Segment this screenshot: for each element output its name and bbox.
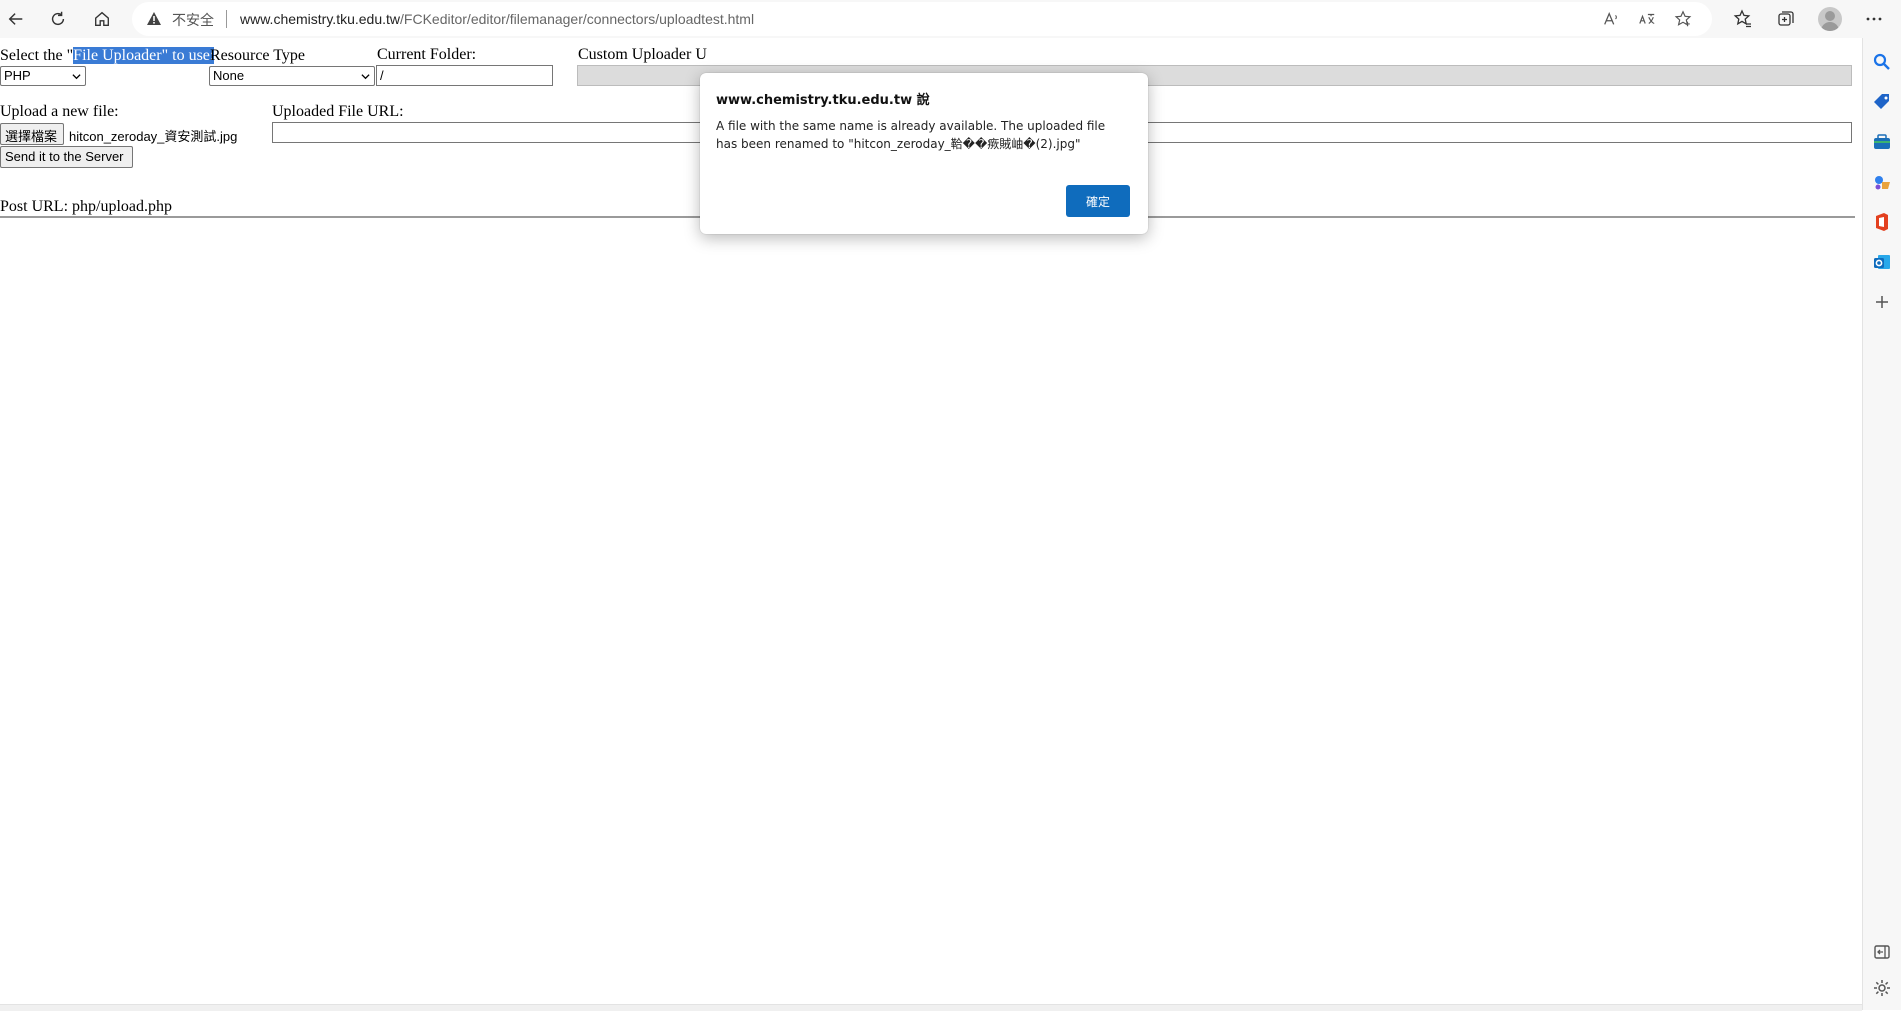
resource-type-value: None [213, 68, 245, 83]
add-favorite-icon[interactable] [1672, 8, 1694, 30]
url-text[interactable]: www.chemistry.tku.edu.tw/FCKeditor/edito… [240, 11, 754, 27]
address-separator [226, 10, 227, 28]
tools-icon[interactable] [1870, 130, 1894, 154]
address-bar[interactable]: 不安全 www.chemistry.tku.edu.tw/FCKeditor/e… [132, 2, 1712, 36]
edge-sidebar [1862, 38, 1901, 1010]
shopping-tag-icon[interactable] [1870, 90, 1894, 114]
choose-file-button[interactable]: 選擇檔案 [0, 123, 64, 145]
uploader-select-value: PHP [4, 68, 31, 83]
profile-avatar[interactable] [1812, 3, 1848, 35]
add-icon[interactable] [1870, 290, 1894, 314]
uploader-label: Select the "File Uploader" to use: [0, 47, 215, 65]
games-icon[interactable] [1870, 170, 1894, 194]
custom-uploader-label: Custom Uploader U [578, 46, 707, 63]
current-folder-label: Current Folder: [377, 46, 477, 63]
chevron-down-icon [72, 74, 81, 80]
url-host: www.chemistry.tku.edu.tw [240, 11, 401, 27]
hide-sidebar-icon[interactable] [1870, 940, 1894, 964]
uploader-select[interactable]: PHP [0, 66, 86, 86]
home-icon[interactable] [86, 3, 118, 35]
outlook-icon[interactable] [1870, 250, 1894, 274]
translate-icon[interactable] [1636, 8, 1658, 30]
dialog-title: www.chemistry.tku.edu.tw 說 [716, 93, 930, 108]
upload-file-label: Upload a new file: [0, 103, 119, 120]
post-url-text: Post URL: php/upload.php [0, 198, 173, 215]
url-path: /FCKeditor/editor/filemanager/connectors… [400, 11, 755, 27]
chosen-file-name: hitcon_zeroday_資安測試.jpg [69, 129, 238, 144]
ok-button[interactable]: 確定 [1066, 185, 1130, 217]
browser-toolbar: 不安全 www.chemistry.tku.edu.tw/FCKeditor/e… [0, 0, 1901, 38]
dialog-message: A file with the same name is already ava… [716, 119, 1106, 151]
office-icon[interactable] [1870, 210, 1894, 234]
resource-type-select[interactable]: None [209, 66, 375, 86]
collections-icon[interactable] [1768, 3, 1804, 35]
read-aloud-icon[interactable] [1600, 8, 1622, 30]
more-menu-icon[interactable] [1856, 3, 1892, 35]
chevron-down-icon [361, 74, 370, 80]
search-icon[interactable] [1870, 50, 1894, 74]
uploader-label-selected: File Uploader" to use: [73, 47, 215, 64]
page-content: Select the "File Uploader" to use: PHP R… [0, 38, 1862, 1011]
warning-icon[interactable] [146, 11, 162, 27]
settings-gear-icon[interactable] [1870, 976, 1894, 1000]
send-to-server-button[interactable]: Send it to the Server [0, 146, 133, 168]
current-folder-input[interactable]: / [376, 65, 553, 86]
uploader-label-pre: Select the " [0, 47, 74, 64]
resource-type-label: Resource Type [210, 47, 305, 64]
favorites-icon[interactable] [1725, 3, 1761, 35]
alert-dialog: www.chemistry.tku.edu.tw 說 A file with t… [700, 73, 1148, 234]
back-icon[interactable] [0, 3, 32, 35]
security-label[interactable]: 不安全 [172, 10, 214, 30]
uploaded-file-url-label: Uploaded File URL: [272, 103, 404, 120]
refresh-icon[interactable] [42, 3, 74, 35]
avatar [1818, 7, 1842, 31]
